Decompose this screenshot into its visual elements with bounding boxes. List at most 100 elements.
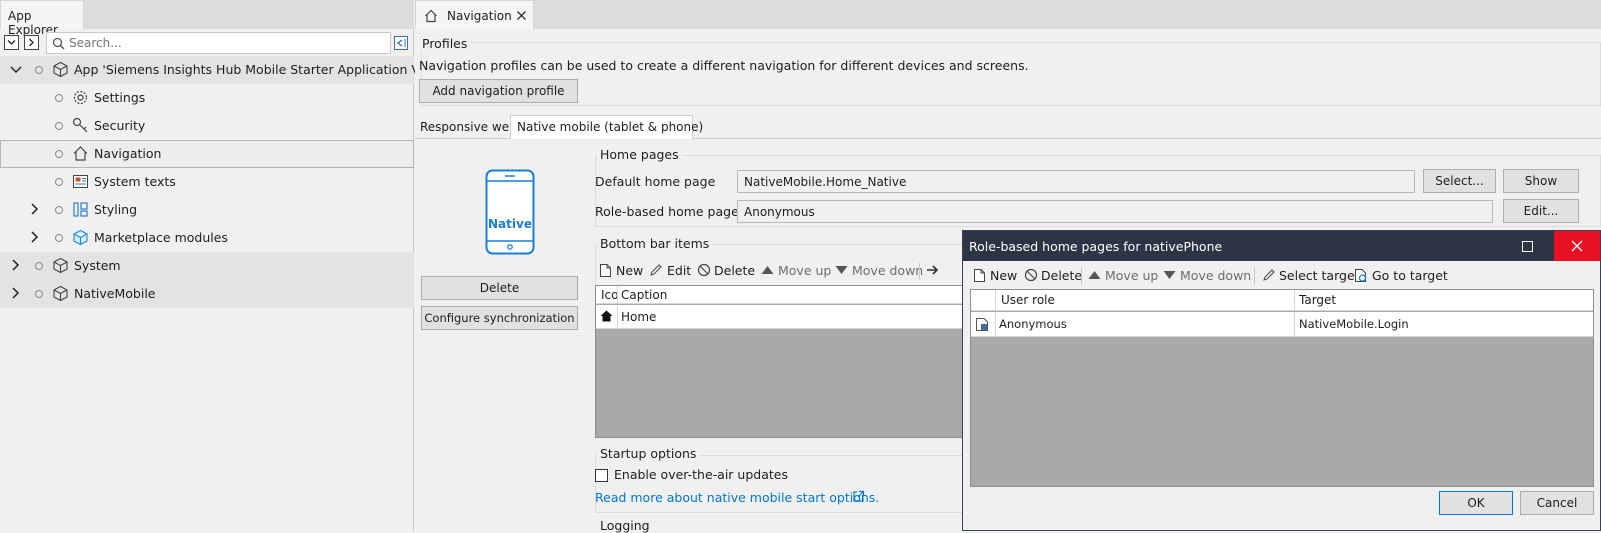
search-input[interactable]	[69, 35, 384, 51]
column-header-caption[interactable]: Caption	[621, 288, 667, 302]
close-icon[interactable]	[516, 10, 527, 21]
chevron-right-icon[interactable]	[31, 203, 39, 215]
tree-item-label: Marketplace modules	[94, 230, 228, 245]
default-home-page-field[interactable]: NativeMobile.Home_Native	[737, 170, 1415, 193]
default-home-page-label: Default home page	[595, 174, 716, 189]
configure-synchronization-button[interactable]: Configure synchronization	[421, 306, 578, 330]
home-icon	[425, 9, 437, 23]
tab-responsive-web[interactable]: Responsive web	[415, 117, 517, 138]
tree-item-app[interactable]: App 'Siemens Insights Hub Mobile Starter…	[0, 56, 431, 84]
row-target: NativeMobile.Login	[1299, 317, 1409, 331]
delete-icon	[1024, 268, 1038, 282]
role-grid[interactable]: User role Target Anonymous NativeMobile.…	[970, 289, 1594, 487]
grid-header: User role Target	[971, 290, 1593, 311]
table-row[interactable]: Home	[596, 305, 974, 329]
collapse-all-icon[interactable]	[4, 35, 19, 50]
status-dot	[55, 234, 63, 242]
bottom-bar-grid[interactable]: Icon Caption Home	[595, 285, 975, 438]
status-dot	[35, 66, 43, 74]
home-icon	[73, 146, 88, 161]
tree-item-navigation[interactable]: Navigation	[0, 140, 414, 168]
bottom-bar-title: Bottom bar items	[597, 236, 713, 251]
column-divider	[617, 305, 618, 329]
sync-selection-icon[interactable]	[393, 35, 409, 51]
gear-icon	[73, 90, 88, 105]
arrow-right-icon	[927, 265, 939, 275]
status-dot	[55, 122, 63, 130]
app-explorer-tab[interactable]: App Explorer	[0, 0, 84, 37]
search-icon	[52, 37, 65, 50]
module-icon	[53, 257, 68, 274]
arrow-up-icon	[761, 266, 774, 274]
pencil-icon	[650, 264, 662, 276]
table-row[interactable]: Anonymous NativeMobile.Login	[971, 312, 1593, 337]
column-header-user-role[interactable]: User role	[1001, 293, 1055, 307]
close-dialog-button[interactable]	[1554, 231, 1600, 261]
status-dot	[35, 262, 43, 270]
tree-item-label: System	[74, 258, 121, 273]
pencil-icon	[1263, 269, 1275, 281]
status-dot	[55, 150, 63, 158]
tree-item-marketplace-modules[interactable]: Marketplace modules	[0, 224, 414, 252]
ota-updates-label: Enable over-the-air updates	[614, 467, 788, 482]
row-user-role: Anonymous	[999, 317, 1067, 331]
close-icon	[1571, 240, 1583, 252]
toolbar-separator	[919, 263, 920, 279]
add-navigation-profile-button[interactable]: Add navigation profile	[419, 79, 578, 103]
app-explorer-pane: App Explorer App 'Siemens Insights Hub M…	[0, 0, 431, 531]
tree-item-nativemobile[interactable]: NativeMobile	[0, 280, 414, 308]
column-divider	[1294, 290, 1295, 311]
tree-item-styling[interactable]: Styling	[0, 196, 414, 224]
tree-item-label: System texts	[94, 174, 176, 189]
texts-icon	[73, 175, 88, 188]
tree-item-settings[interactable]: Settings	[0, 84, 414, 112]
expand-all-icon[interactable]	[24, 35, 39, 50]
search-box[interactable]	[46, 32, 391, 54]
device-label: Native	[488, 217, 532, 231]
dialog-title: Role-based home pages for nativePhone	[969, 239, 1223, 254]
styling-icon	[73, 202, 88, 217]
column-divider	[995, 312, 996, 337]
column-divider	[995, 290, 996, 311]
toolbar-separator	[1081, 268, 1082, 284]
ok-button[interactable]: OK	[1439, 491, 1513, 515]
status-dot	[55, 178, 63, 186]
native-start-options-link[interactable]: Read more about native mobile start opti…	[595, 490, 879, 505]
new-document-icon	[974, 269, 985, 282]
dialog-toolbar: New Delete Move up Move down Select targ…	[973, 267, 1593, 285]
chevron-right-icon[interactable]	[31, 231, 39, 243]
role-based-home-pages-label: Role-based home pages	[595, 204, 746, 219]
maximize-button[interactable]	[1504, 231, 1550, 261]
show-home-page-button[interactable]: Show	[1503, 169, 1579, 193]
chevron-right-icon[interactable]	[12, 259, 20, 271]
external-link-icon[interactable]	[852, 490, 865, 503]
ota-updates-checkbox[interactable]	[595, 469, 608, 482]
tree-item-system[interactable]: System	[0, 252, 414, 280]
profiles-group	[421, 42, 1601, 106]
tree-item-security[interactable]: Security	[0, 112, 414, 140]
column-header-icon[interactable]: Icon	[601, 288, 617, 302]
tree-item-label: Navigation	[94, 146, 162, 161]
home-pages-title: Home pages	[597, 147, 682, 162]
arrow-up-icon	[1088, 271, 1101, 279]
column-header-target[interactable]: Target	[1299, 293, 1336, 307]
arrow-down-icon	[835, 266, 848, 274]
tree-item-system-texts[interactable]: System texts	[0, 168, 414, 196]
profiles-title: Profiles	[419, 36, 471, 51]
native-phone-icon: Native	[485, 169, 535, 255]
role-based-home-pages-field[interactable]: Anonymous	[737, 200, 1493, 223]
cancel-button[interactable]: Cancel	[1520, 491, 1594, 515]
tab-native-mobile[interactable]: Native mobile (tablet & phone)	[510, 115, 703, 139]
cube-icon	[53, 61, 68, 78]
edit-role-home-pages-button[interactable]: Edit...	[1503, 199, 1579, 223]
chevron-down-icon[interactable]	[10, 66, 22, 74]
module-icon	[73, 229, 88, 246]
delete-icon	[697, 263, 711, 277]
status-dot	[35, 290, 43, 298]
tree-item-label: Security	[94, 118, 146, 133]
delete-profile-button[interactable]: Delete	[421, 276, 578, 300]
select-home-page-button[interactable]: Select...	[1423, 169, 1496, 193]
tab-navigation[interactable]: Navigation	[415, 0, 534, 29]
key-icon	[72, 117, 88, 133]
chevron-right-icon[interactable]	[12, 287, 20, 299]
